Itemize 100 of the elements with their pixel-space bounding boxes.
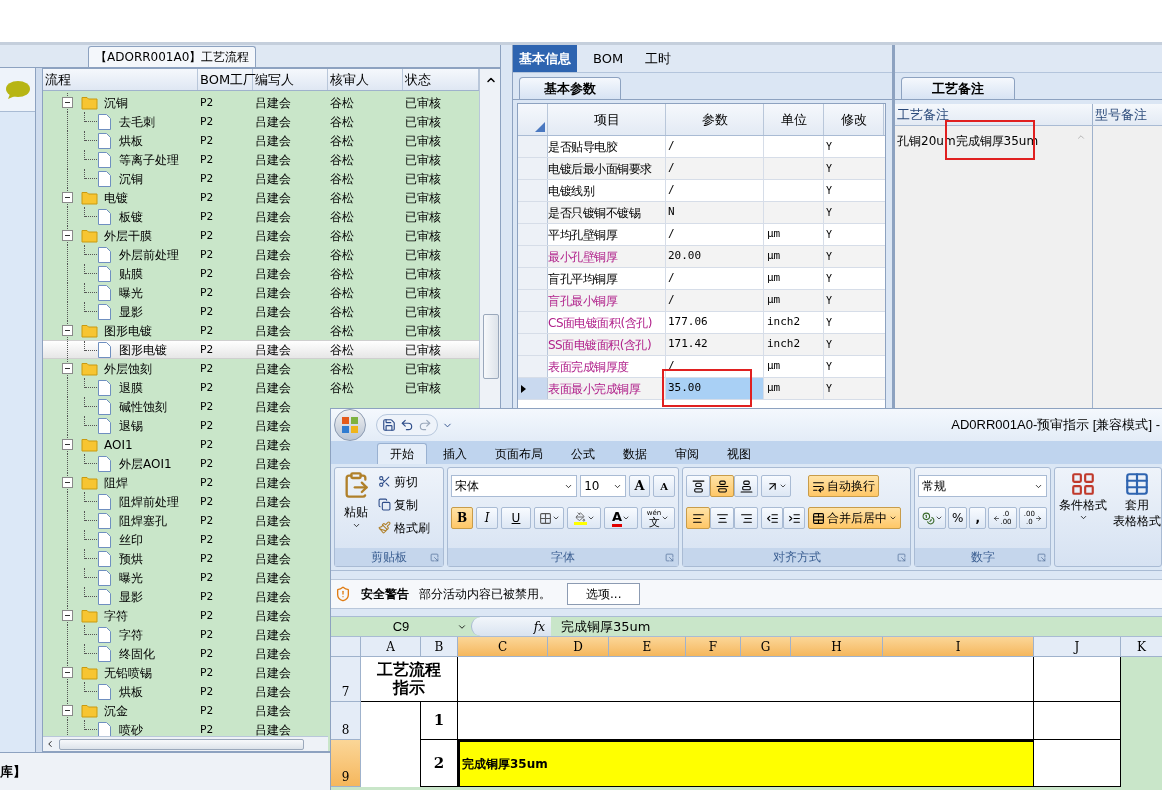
corner-triangle-icon[interactable]	[535, 122, 545, 132]
tree-row[interactable]: 碱性蚀刻 P2 吕建会	[43, 397, 328, 416]
tree-row[interactable]: 图形电镀 P2 吕建会 谷松 已审核	[43, 340, 479, 359]
collapse-toggle[interactable]	[62, 325, 73, 336]
formula-field[interactable]: 完成铜厚35um	[551, 616, 651, 637]
row-selector[interactable]	[518, 378, 548, 399]
column-header[interactable]: 核审人	[328, 69, 403, 90]
tree-row[interactable]: 显影 P2 吕建会	[43, 587, 328, 606]
table-cell[interactable]	[1034, 702, 1121, 740]
table-cell[interactable]: /	[666, 290, 764, 311]
tree-row[interactable]: 外层蚀刻 P2 吕建会 谷松 已审核	[43, 359, 479, 378]
style-button[interactable]: 套用 表格格式	[1113, 471, 1161, 566]
tab[interactable]: 基本参数	[519, 77, 621, 99]
tree-row[interactable]: 沉金 P2 吕建会	[43, 701, 328, 720]
cut-button[interactable]: 剪切	[378, 471, 430, 492]
tab[interactable]: 基本信息	[513, 45, 577, 72]
collapse-toggle[interactable]	[62, 439, 73, 450]
table-cell[interactable]: 35.00	[666, 378, 764, 399]
font-size-dropdown[interactable]: 10	[580, 475, 626, 497]
table-cell[interactable]: /	[666, 224, 764, 245]
collapse-toggle[interactable]	[62, 477, 73, 488]
font-name-dropdown[interactable]: 宋体	[451, 475, 578, 497]
table-cell[interactable]	[458, 657, 1034, 702]
column-header[interactable]: E	[609, 637, 686, 656]
options-button[interactable]: 选项...	[567, 583, 641, 605]
table-cell[interactable]	[361, 740, 421, 787]
bold-button[interactable]: B	[451, 507, 473, 529]
tree-row[interactable]: 贴膜 P2 吕建会 谷松 已审核	[43, 264, 479, 283]
shrink-font-button[interactable]: A	[653, 475, 675, 497]
format-painter-button[interactable]: 格式刷	[378, 517, 430, 538]
insert-function-button[interactable]: fx	[533, 617, 545, 636]
ribbon-tab[interactable]: 视图	[715, 443, 763, 464]
tree-row[interactable]: 等离子处理 P2 吕建会 谷松 已审核	[43, 150, 479, 169]
table-cell[interactable]: 完成铜厚35um	[458, 740, 1034, 787]
scrollbar-thumb[interactable]	[59, 738, 304, 750]
tree-row[interactable]: 外层干膜 P2 吕建会 谷松 已审核	[43, 226, 479, 245]
ribbon-tab[interactable]: 开始	[377, 443, 427, 464]
collapse-toggle[interactable]	[62, 97, 73, 108]
fill-color-button[interactable]	[567, 507, 601, 529]
decrease-indent-button[interactable]	[761, 507, 783, 529]
column-header[interactable]: D	[548, 637, 609, 656]
tree-row[interactable]: 字符 P2 吕建会	[43, 625, 328, 644]
horizontal-align-button[interactable]	[734, 507, 758, 529]
tree-row[interactable]: 终固化 P2 吕建会	[43, 644, 328, 663]
style-button[interactable]: 条件格式	[1059, 471, 1107, 566]
collapse-toggle[interactable]	[62, 363, 73, 374]
orientation-button[interactable]	[761, 475, 791, 497]
panel-title-tab[interactable]: 【ADORR001A0】工艺流程	[88, 46, 257, 67]
tree-row[interactable]: 外层AOI1 P2 吕建会	[43, 454, 328, 473]
copy-button[interactable]: 复制	[378, 494, 430, 515]
tree-row[interactable]: 板镀 P2 吕建会 谷松 已审核	[43, 207, 479, 226]
table-cell[interactable]: N	[666, 202, 764, 223]
table-cell[interactable]: /	[666, 158, 764, 179]
tree-row[interactable]: 曝光 P2 吕建会 谷松 已审核	[43, 283, 479, 302]
column-header[interactable]: 参数	[666, 104, 764, 135]
ribbon-tab[interactable]: 审阅	[663, 443, 711, 464]
font-color-button[interactable]: A	[604, 507, 638, 529]
comma-button[interactable]: ,	[969, 507, 987, 529]
tree-row[interactable]: 显影 P2 吕建会 谷松 已审核	[43, 302, 479, 321]
increase-indent-button[interactable]	[783, 507, 805, 529]
horizontal-scrollbar[interactable]	[43, 736, 328, 751]
column-header[interactable]: 编写人	[253, 69, 328, 90]
italic-button[interactable]: I	[476, 507, 498, 529]
tree-row[interactable]: 烘板 P2 吕建会	[43, 682, 328, 701]
collapse-toggle[interactable]	[62, 667, 73, 678]
horizontal-align-button[interactable]	[686, 507, 710, 529]
table-cell[interactable]: /	[666, 268, 764, 289]
vertical-align-button[interactable]	[686, 475, 710, 497]
column-header[interactable]: F	[686, 637, 741, 656]
tree-row[interactable]: 丝印 P2 吕建会	[43, 530, 328, 549]
tree-row[interactable]: 沉铜 P2 吕建会 谷松 已审核	[43, 169, 479, 188]
column-header[interactable]: G	[741, 637, 791, 656]
tree-row[interactable]: 曝光 P2 吕建会	[43, 568, 328, 587]
number-format-dropdown[interactable]: 常规	[918, 475, 1047, 497]
tree-row[interactable]: AOI1 P2 吕建会	[43, 435, 328, 454]
underline-button[interactable]: U	[501, 507, 531, 529]
ribbon-tab[interactable]: 页面布局	[483, 443, 555, 464]
office-button[interactable]	[334, 409, 366, 441]
column-header[interactable]: H	[791, 637, 883, 656]
table-cell[interactable]: /	[666, 136, 764, 157]
vertical-align-button[interactable]	[710, 475, 734, 497]
column-header[interactable]: 修改	[824, 104, 884, 135]
column-header[interactable]: C	[458, 637, 548, 656]
wrap-text-button[interactable]: 自动换行	[808, 475, 879, 497]
paste-button[interactable]: 粘贴	[338, 471, 374, 541]
column-header[interactable]: K	[1121, 637, 1162, 656]
row-header[interactable]: 8	[331, 702, 361, 740]
tree-row[interactable]: 预烘 P2 吕建会	[43, 549, 328, 568]
tab[interactable]: BOM	[587, 45, 630, 72]
column-header[interactable]: 型号备注	[1093, 104, 1162, 125]
table-cell[interactable]	[1034, 740, 1121, 787]
save-icon[interactable]	[382, 418, 396, 432]
table-cell[interactable]: /	[666, 180, 764, 201]
tree-row[interactable]: 阻焊 P2 吕建会	[43, 473, 328, 492]
tree-row[interactable]: 阻焊塞孔 P2 吕建会	[43, 511, 328, 530]
horizontal-align-button[interactable]	[710, 507, 734, 529]
column-header[interactable]: 单位	[764, 104, 824, 135]
tree-row[interactable]: 去毛刺 P2 吕建会 谷松 已审核	[43, 112, 479, 131]
tree-row[interactable]: 外层前处理 P2 吕建会 谷松 已审核	[43, 245, 479, 264]
tree-row[interactable]: 阻焊前处理 P2 吕建会	[43, 492, 328, 511]
